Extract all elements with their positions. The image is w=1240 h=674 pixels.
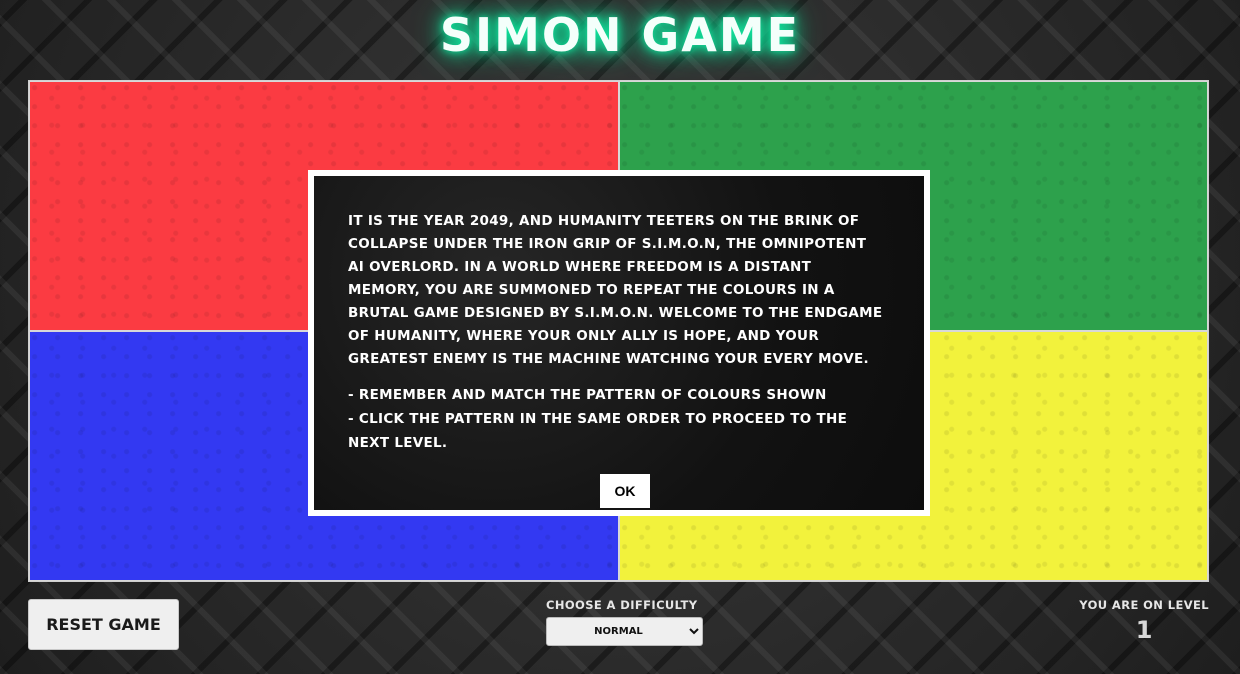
difficulty-control: CHOOSE A DIFFICULTY NORMAL	[546, 598, 706, 646]
difficulty-select[interactable]: NORMAL	[546, 617, 703, 646]
ok-button[interactable]: OK	[600, 474, 650, 508]
story-text: It is the year 2049, and humanity teeter…	[348, 213, 883, 367]
rule-item: - Remember and match the pattern of colo…	[348, 387, 827, 403]
level-value: 1	[1135, 616, 1153, 644]
difficulty-label: CHOOSE A DIFFICULTY	[546, 598, 698, 612]
reset-game-button[interactable]: RESET GAME	[28, 599, 179, 650]
rule-item: - Click the pattern in the same order to…	[348, 411, 848, 451]
rules-list: - Remember and match the pattern of colo…	[348, 383, 884, 455]
level-indicator: YOU ARE ON LEVEL 1	[1079, 598, 1209, 644]
page-title: SIMON GAME	[439, 8, 801, 62]
instructions-modal: It is the year 2049, and humanity teeter…	[308, 170, 930, 516]
level-label: YOU ARE ON LEVEL	[1079, 598, 1209, 612]
